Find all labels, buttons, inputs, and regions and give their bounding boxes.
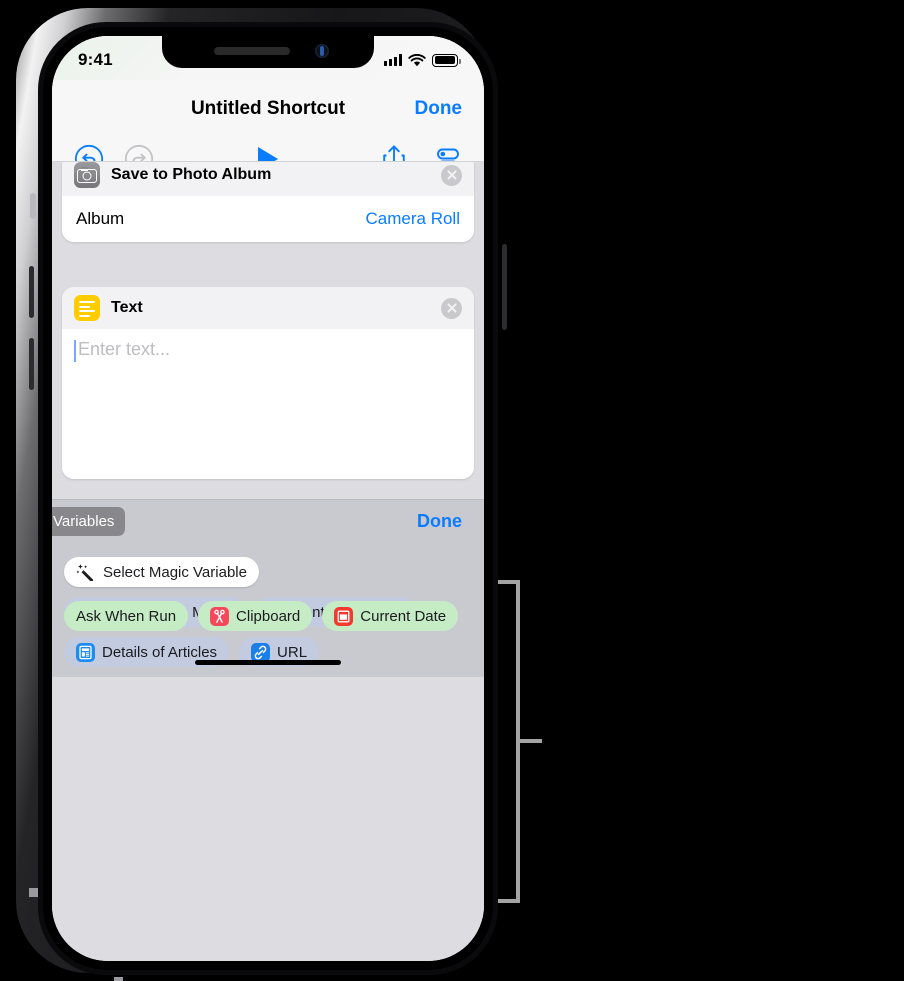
- text-placeholder: Enter text...: [78, 339, 171, 359]
- front-camera-icon: [315, 44, 329, 58]
- select-magic-variable-label: Select Magic Variable: [103, 563, 247, 581]
- variable-chip-current-date[interactable]: Current Date: [322, 601, 459, 631]
- callout-bracket: [498, 580, 542, 903]
- variable-chip-clipboard[interactable]: Clipboard: [198, 601, 313, 631]
- select-magic-variable-button[interactable]: Select Magic Variable: [64, 557, 259, 587]
- wifi-icon: [408, 53, 426, 66]
- action-card-save-to-photo-album[interactable]: Save to Photo Album Album Camera Roll: [62, 162, 474, 242]
- text-input-field[interactable]: Enter text...: [62, 329, 474, 479]
- callout-pointer-tick: [520, 739, 542, 743]
- silent-switch[interactable]: [30, 193, 36, 219]
- variable-chip-label: Details of Articles: [102, 643, 218, 661]
- remove-action-button[interactable]: [441, 164, 462, 186]
- shortcuts-app: Untitled Shortcut Done Save to Photo Alb…: [52, 36, 484, 961]
- variable-chip-label: Clipboard: [236, 607, 301, 625]
- action-header: Save to Photo Album: [62, 162, 474, 196]
- parameter-value[interactable]: Camera Roll: [366, 209, 460, 229]
- frame-antenna-band-left: [29, 888, 38, 897]
- remove-action-button[interactable]: [441, 297, 462, 319]
- volume-down-button[interactable]: [29, 338, 34, 390]
- phone-screen: 9:41 Untitled Shortcut Done Save to Phot…: [52, 36, 484, 961]
- frame-antenna-band-bottom: [114, 977, 123, 981]
- parameter-label: Album: [76, 209, 125, 228]
- callout-bottom-arm: [498, 899, 520, 903]
- volume-up-button[interactable]: [29, 266, 34, 318]
- screenshot-stage: 9:41 Untitled Shortcut Done Save to Phot…: [0, 0, 904, 981]
- article-doc-icon: [76, 642, 95, 662]
- signal-bars-icon: [384, 54, 402, 66]
- battery-icon: [432, 53, 461, 67]
- actions-list[interactable]: Save to Photo Album Album Camera Roll Te…: [52, 162, 484, 961]
- keyboard-done-button[interactable]: Done: [417, 511, 462, 532]
- variable-chip-label: Current Date: [360, 607, 447, 625]
- action-header: Text: [62, 287, 474, 329]
- earpiece-speaker-icon: [214, 47, 290, 55]
- action-title: Text: [111, 299, 143, 316]
- camera-icon: [74, 162, 100, 188]
- phone-frame: 9:41 Untitled Shortcut Done Save to Phot…: [16, 8, 507, 981]
- home-indicator[interactable]: [195, 660, 341, 665]
- action-parameter-album[interactable]: Album Camera Roll: [62, 196, 474, 242]
- variable-chip-label: Ask When Run: [76, 607, 177, 625]
- side-power-button[interactable]: [502, 244, 507, 330]
- variable-chip-ask-when-run[interactable]: Ask When Run: [64, 601, 189, 631]
- nav-done-button[interactable]: Done: [415, 98, 463, 120]
- calendar-icon: [334, 606, 354, 626]
- variables-panel: Select Magic Variable Saved Photo Media: [52, 543, 484, 677]
- notch: [162, 36, 374, 68]
- variable-chip-label: URL: [277, 643, 308, 661]
- variables-tab[interactable]: Variables: [52, 507, 126, 536]
- variables-accessory-bar: Variables Done: [52, 499, 484, 543]
- magic-wand-icon: [76, 564, 94, 581]
- text-lines-icon: [74, 295, 100, 321]
- action-card-text[interactable]: Text Enter text...: [62, 287, 474, 479]
- status-time: 9:41: [78, 50, 113, 69]
- link-icon: [251, 642, 271, 662]
- special-variables-row: Ask When Run Clipboard Current Date: [64, 601, 459, 631]
- action-title: Save to Photo Album: [111, 166, 272, 183]
- magic-variable-picker-row: Select Magic Variable: [64, 557, 472, 587]
- status-indicators: [384, 53, 461, 67]
- scissors-icon: [210, 606, 230, 626]
- text-caret: [74, 340, 76, 362]
